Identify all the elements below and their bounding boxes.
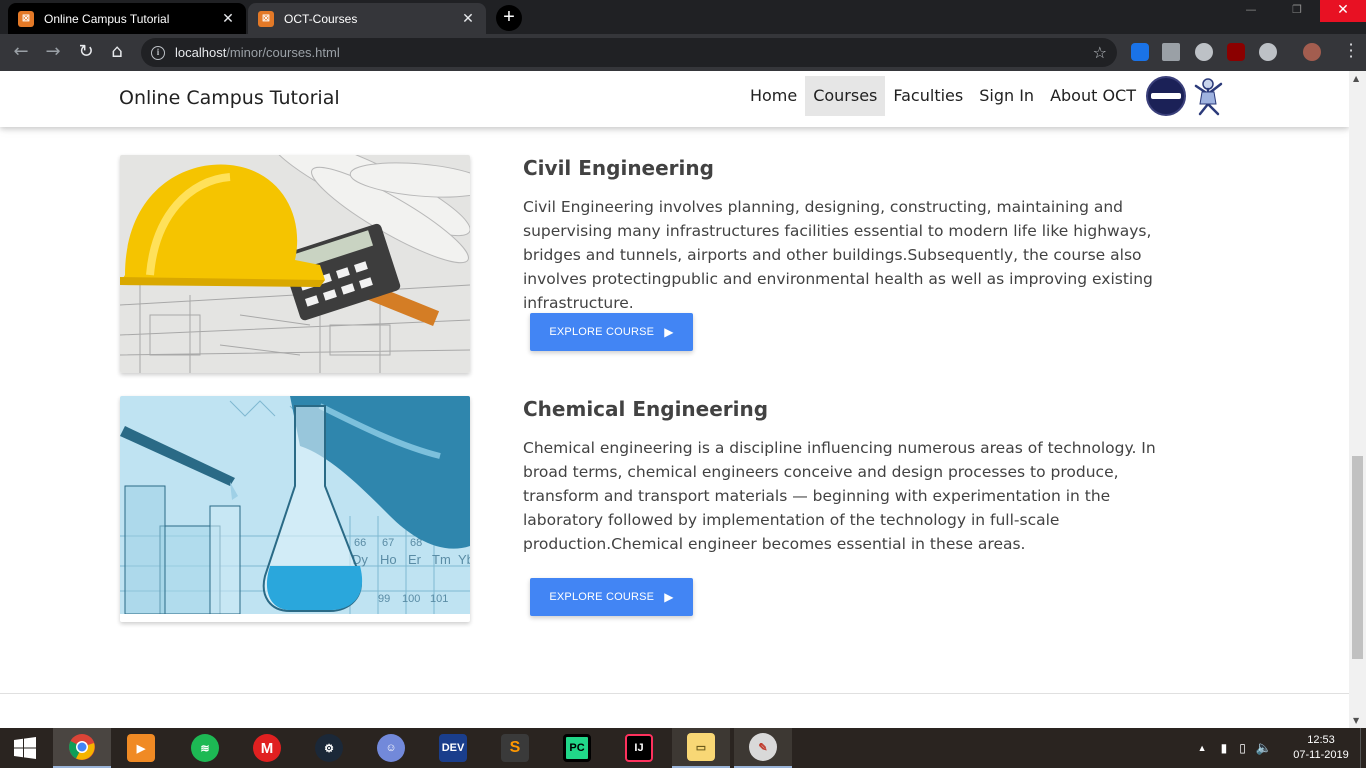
tab-online-campus-tutorial[interactable]: ⊠ Online Campus Tutorial ✕ (8, 3, 246, 34)
civil-engineering-image (120, 155, 470, 373)
close-tab-icon[interactable]: ✕ (460, 11, 476, 27)
course-title: Civil Engineering (523, 156, 714, 180)
profile-avatar[interactable] (1303, 43, 1321, 61)
table-number-100: 100 (402, 593, 420, 605)
extension-incognito-icon[interactable] (1259, 43, 1277, 61)
nav-menu: Home Courses Faculties Sign In About OCT (742, 76, 1224, 116)
taskbar-mail-icon[interactable]: M (238, 728, 296, 768)
browser-tab-strip: ⊠ Online Campus Tutorial ✕ ⊠ OCT-Courses… (0, 0, 1366, 34)
browser-toolbar: ← → ↻ ⌂ i localhost/minor/courses.html ☆… (0, 34, 1366, 71)
tab-oct-courses[interactable]: ⊠ OCT-Courses ✕ (248, 3, 486, 34)
element-er: Er (408, 552, 422, 567)
table-number-99: 99 (378, 593, 390, 605)
taskbar-paint-icon[interactable]: ✎ (734, 728, 792, 768)
close-tab-icon[interactable]: ✕ (220, 11, 236, 27)
taskbar-chrome-icon[interactable] (53, 728, 111, 768)
taskbar-sublime-icon[interactable]: S (486, 728, 544, 768)
table-number-101: 101 (430, 593, 448, 605)
site-info-icon[interactable]: i (151, 45, 165, 60)
taskbar-discord-icon[interactable]: ☺ (362, 728, 420, 768)
taskbar-intellij-icon[interactable]: IJ (610, 728, 668, 768)
scroll-down-icon[interactable]: ▼ (1353, 716, 1359, 725)
nav-courses[interactable]: Courses (805, 76, 886, 116)
page-scrollbar[interactable]: ▲ ▼ (1349, 71, 1366, 728)
extension-ublock-icon[interactable] (1227, 43, 1245, 61)
browser-menu-icon[interactable]: · · · (1348, 37, 1354, 65)
extension-bookmark-icon[interactable] (1131, 43, 1149, 61)
mascot-logo-icon (1194, 78, 1223, 116)
nav-sign-in[interactable]: Sign In (971, 76, 1042, 116)
bookmark-star-icon[interactable]: ☆ (1093, 43, 1107, 62)
taskbar-spotify-icon[interactable]: ≋ (176, 728, 234, 768)
course-description: Civil Engineering involves planning, des… (523, 198, 1153, 312)
element-ho: Ho (380, 552, 397, 567)
extension-podcast-icon[interactable] (1195, 43, 1213, 61)
tab-title: Online Campus Tutorial (44, 11, 170, 26)
table-number-67: 67 (382, 537, 394, 549)
scrollbar-thumb[interactable] (1352, 456, 1363, 659)
minimize-window-button[interactable]: — (1228, 0, 1274, 22)
url-text[interactable]: localhost/minor/courses.html (175, 45, 1093, 60)
system-tray: ▲ ▮ ▯ 🔈 12:53 07-11-2019 (1198, 728, 1366, 768)
play-icon: ▶ (664, 325, 674, 339)
taskbar-dev-cpp-icon[interactable]: DEV (424, 728, 482, 768)
close-window-button[interactable]: ✕ (1320, 0, 1366, 22)
tray-expand-icon[interactable]: ▲ (1198, 743, 1207, 753)
volume-icon[interactable]: 🔈 (1256, 740, 1272, 756)
show-desktop-button[interactable] (1360, 728, 1366, 768)
xampp-favicon-icon: ⊠ (258, 10, 274, 27)
address-bar[interactable]: i localhost/minor/courses.html ☆ (141, 38, 1117, 67)
taskbar-clock[interactable]: 12:53 07-11-2019 (1286, 733, 1356, 763)
footer-divider (0, 693, 1349, 694)
tab-title: OCT-Courses (284, 11, 358, 26)
button-label: EXPLORE COURSE (549, 591, 655, 603)
network-icon[interactable]: ▮ (1221, 741, 1228, 755)
scroll-up-icon[interactable]: ▲ (1353, 74, 1359, 83)
play-icon: ▶ (664, 590, 674, 604)
page-viewport: Civil Engineering Civil Engineering invo… (0, 71, 1349, 728)
clock-date: 07-11-2019 (1293, 749, 1349, 761)
forward-arrow-icon[interactable]: → (40, 40, 66, 66)
explore-course-button[interactable]: EXPLORE COURSE ▶ (530, 313, 693, 351)
extension-puzzle-icon[interactable] (1162, 43, 1180, 61)
taskbar-steam-icon[interactable]: ⚙ (300, 728, 358, 768)
element-yb: Yb (458, 552, 470, 567)
explore-course-button[interactable]: EXPLORE COURSE ▶ (530, 578, 693, 616)
battery-icon[interactable]: ▯ (1239, 741, 1246, 755)
course-title: Chemical Engineering (523, 397, 769, 421)
button-label: EXPLORE COURSE (549, 326, 655, 338)
nav-faculties[interactable]: Faculties (885, 76, 971, 116)
element-tm: Tm (432, 552, 451, 567)
reload-icon[interactable]: ↻ (73, 40, 99, 66)
nav-home[interactable]: Home (742, 76, 805, 116)
oct-logo-badge (1146, 76, 1186, 116)
new-tab-button[interactable]: + (496, 5, 522, 31)
windows-start-icon[interactable] (0, 728, 50, 768)
taskbar-file-explorer-icon[interactable]: ▭ (672, 728, 730, 768)
home-icon[interactable]: ⌂ (104, 40, 130, 66)
site-brand[interactable]: Online Campus Tutorial (119, 87, 340, 109)
nav-about-oct[interactable]: About OCT (1042, 76, 1144, 116)
chemical-engineering-image: 66 67 68 65 99 100 101 Dy Ho Er Tm Yb (120, 396, 470, 622)
site-navbar: Online Campus Tutorial Home Courses Facu… (0, 71, 1349, 127)
taskbar-media-player-icon[interactable]: ▶ (112, 728, 170, 768)
maximize-window-button[interactable]: ❐ (1274, 0, 1320, 22)
xampp-favicon-icon: ⊠ (18, 10, 34, 27)
table-number-66: 66 (354, 537, 366, 549)
course-description: Chemical engineering is a discipline inf… (523, 439, 1156, 553)
clock-time: 12:53 (1307, 734, 1335, 746)
back-arrow-icon[interactable]: ← (8, 40, 34, 66)
windows-taskbar: ▶ ≋ M ⚙ ☺ DEV S PC IJ ▭ ✎ ▲ ▮ ▯ 🔈 12:53 … (0, 728, 1366, 768)
taskbar-pycharm-icon[interactable]: PC (548, 728, 606, 768)
